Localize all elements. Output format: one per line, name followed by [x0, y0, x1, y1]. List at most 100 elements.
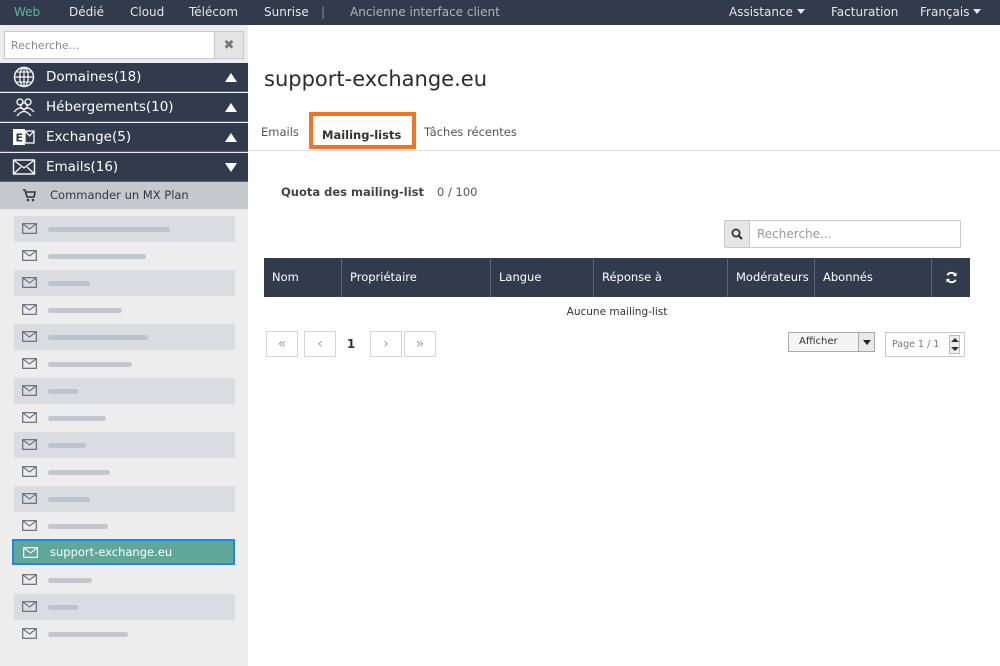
envelope-icon [22, 331, 37, 342]
column-header-reponse[interactable]: Réponse à [594, 258, 728, 297]
svg-text:E: E [16, 132, 24, 145]
current-page-number[interactable]: 1 [336, 331, 366, 357]
envelope-icon [12, 159, 36, 175]
obscured-domain-name [48, 335, 148, 340]
collapse-arrow-icon [225, 73, 237, 82]
items-per-page-value: Afficher [799, 336, 838, 347]
main-content: support-exchange.eu Emails Mailing-lists… [248, 25, 1000, 666]
nav-dedie[interactable]: Dédié [69, 0, 104, 25]
email-domain-item[interactable] [14, 297, 235, 323]
sidebar-category-domaines[interactable]: Domaines(18) [0, 63, 248, 92]
tab-emails[interactable]: Emails [261, 109, 299, 155]
nav-assistance[interactable]: Assistance [729, 0, 805, 25]
tab-mailing-lists[interactable]: Mailing-lists [322, 112, 401, 158]
sidebar-category-emails[interactable]: Emails(16) [0, 153, 248, 182]
envelope-icon [22, 493, 37, 504]
nav-telecom[interactable]: Télécom [189, 0, 238, 25]
email-domain-item[interactable] [14, 378, 235, 404]
nav-separator: | [321, 5, 326, 19]
email-domain-item[interactable] [14, 513, 235, 539]
envelope-icon [22, 304, 37, 315]
spinner-arrows-icon[interactable] [949, 335, 960, 354]
double-chevron-right-icon: » [415, 336, 425, 352]
email-domain-item[interactable] [14, 270, 235, 296]
chevron-right-icon: › [383, 336, 389, 352]
column-header-abonnes[interactable]: Abonnés [815, 258, 932, 297]
search-button[interactable] [725, 221, 750, 247]
sidebar-category-exchange[interactable]: E Exchange(5) [0, 123, 248, 152]
obscured-domain-name [48, 497, 90, 502]
sidebar-category-hebergements[interactable]: Hébergements(10) [0, 93, 248, 122]
email-domain-item[interactable] [14, 432, 235, 458]
email-domain-item[interactable] [14, 486, 235, 512]
obscured-domain-name [48, 416, 106, 421]
previous-page-button[interactable]: ‹ [304, 331, 336, 357]
users-icon [13, 98, 35, 117]
sidebar-search-input[interactable] [5, 32, 214, 58]
email-domain-item[interactable] [14, 405, 235, 431]
collapse-arrow-icon [225, 103, 237, 112]
obscured-domain-name [48, 362, 132, 367]
email-domain-item[interactable] [14, 567, 235, 593]
email-domain-item[interactable] [14, 594, 235, 620]
obscured-domain-name [48, 281, 90, 286]
page-title: support-exchange.eu [264, 67, 488, 91]
column-header-proprietaire[interactable]: Propriétaire [342, 258, 491, 297]
email-domain-item[interactable] [14, 243, 235, 269]
empty-table-message: Aucune mailing-list [566, 306, 668, 318]
envelope-icon [22, 601, 37, 612]
cart-icon [23, 189, 36, 202]
category-label: Domaines(18) [46, 69, 142, 85]
email-domain-item[interactable] [14, 621, 235, 647]
last-page-button[interactable]: » [404, 331, 436, 357]
items-per-page-select[interactable]: Afficher [788, 332, 875, 352]
nav-language-label: Français [920, 5, 970, 19]
email-domain-item-selected[interactable]: support-exchange.eu [12, 539, 235, 565]
chevron-down-icon [973, 9, 982, 14]
envelope-icon [22, 358, 37, 369]
next-page-button[interactable]: › [370, 331, 402, 357]
column-header-moderateurs[interactable]: Modérateurs [728, 258, 815, 297]
refresh-icon [945, 271, 957, 284]
envelope-icon [22, 412, 37, 423]
nav-web[interactable]: Web [14, 0, 40, 25]
email-domain-item[interactable] [14, 351, 235, 377]
nav-old-interface[interactable]: Ancienne interface client [350, 0, 500, 25]
selected-domain-label: support-exchange.eu [50, 545, 173, 559]
envelope-icon [22, 628, 37, 639]
category-label: Hébergements(10) [46, 99, 174, 115]
obscured-domain-name [48, 470, 110, 475]
clear-search-button[interactable]: ✖ [214, 32, 243, 58]
obscured-domain-name [48, 227, 170, 232]
mailing-list-table-header: Nom Propriétaire Langue Réponse à Modéra… [264, 258, 970, 297]
nav-assistance-label: Assistance [729, 5, 793, 19]
order-mx-plan-link[interactable]: Commander un MX Plan [0, 182, 248, 209]
obscured-domain-name [48, 308, 122, 313]
email-domain-item[interactable] [14, 216, 235, 242]
nav-sunrise[interactable]: Sunrise [264, 0, 309, 25]
refresh-button[interactable] [932, 258, 970, 297]
envelope-icon [23, 547, 38, 558]
envelope-icon [22, 466, 37, 477]
column-header-langue[interactable]: Langue [491, 258, 594, 297]
page-number-spinner[interactable]: Page 1 / 1 [885, 332, 965, 357]
tab-bar: Emails Mailing-lists Tâches récentes [248, 109, 1000, 151]
column-header-nom[interactable]: Nom [264, 258, 342, 297]
chevron-down-icon [796, 9, 805, 14]
nav-cloud[interactable]: Cloud [130, 0, 164, 25]
envelope-icon [22, 250, 37, 261]
nav-facturation[interactable]: Facturation [831, 0, 898, 25]
email-domain-item[interactable] [14, 324, 235, 350]
page-indicator: Page 1 / 1 [892, 339, 940, 350]
quota-label: Quota des mailing-list [281, 185, 424, 199]
mailing-list-search-input[interactable] [751, 221, 959, 247]
obscured-domain-name [48, 605, 78, 610]
email-domain-item[interactable] [14, 459, 235, 485]
search-icon [731, 228, 743, 240]
first-page-button[interactable]: « [266, 331, 298, 357]
envelope-icon [22, 385, 37, 396]
tab-taches-recentes[interactable]: Tâches récentes [424, 109, 517, 155]
category-label: Emails(16) [46, 159, 119, 175]
quota-value: 0 / 100 [437, 185, 478, 199]
nav-language[interactable]: Français [920, 0, 982, 25]
